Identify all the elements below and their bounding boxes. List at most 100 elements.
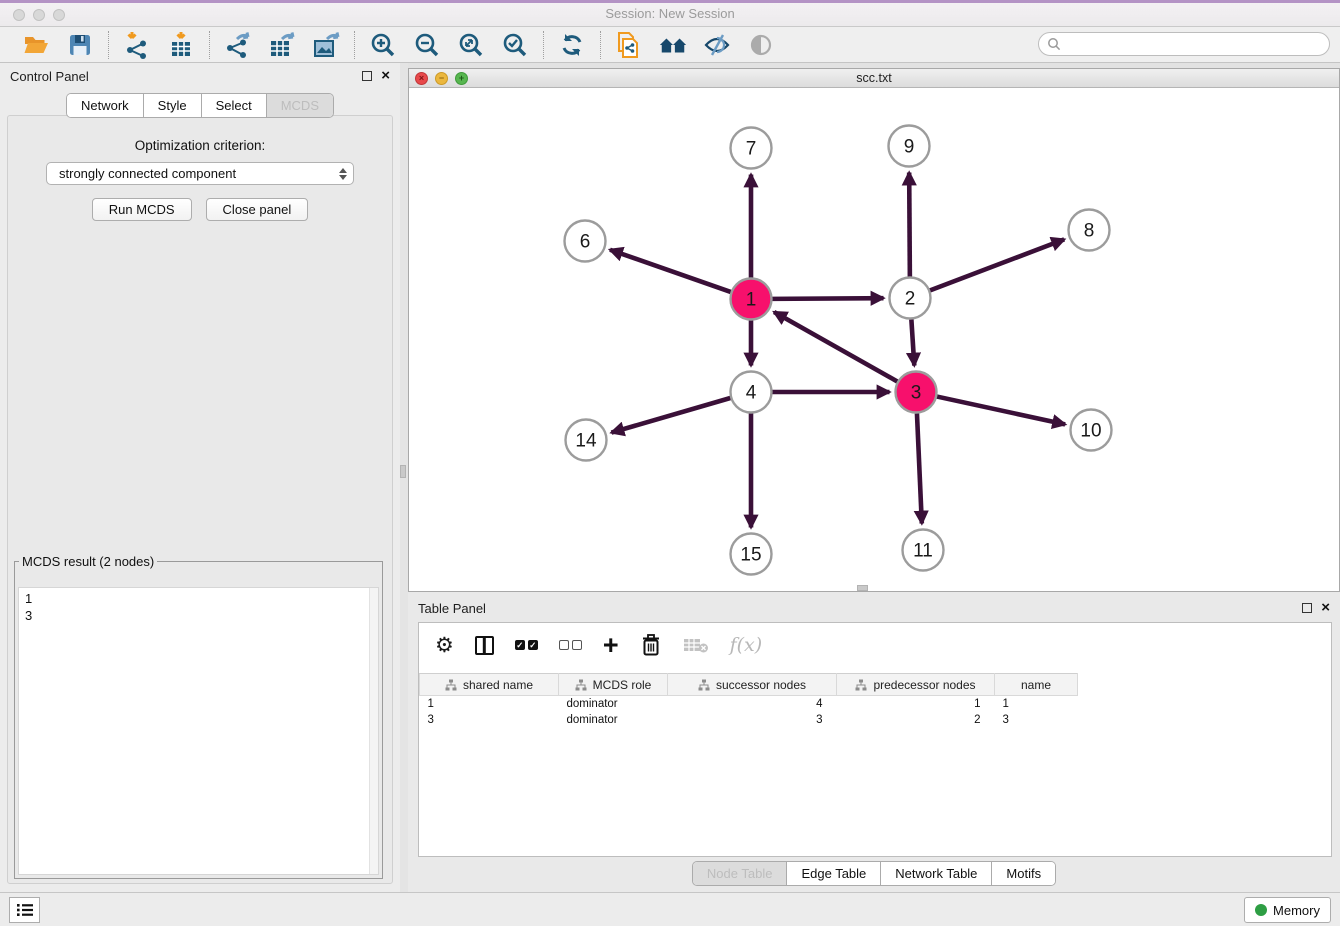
function-builder-button-disabled: f(x)	[730, 632, 763, 658]
zoom-fit-button[interactable]	[456, 30, 486, 60]
table-cell-successor-nodes[interactable]: 4	[668, 696, 837, 712]
graph-node-1[interactable]: 1	[731, 279, 772, 320]
graph-edge-2-8[interactable]	[930, 239, 1064, 290]
table-cell-shared-name[interactable]: 3	[420, 712, 559, 728]
column-header-name[interactable]: name	[995, 674, 1078, 696]
select-all-button[interactable]: ✓✓	[515, 632, 538, 658]
close-panel-icon[interactable]: ×	[1321, 603, 1330, 613]
svg-text:2: 2	[905, 289, 916, 310]
graph-node-4[interactable]: 4	[731, 372, 772, 413]
table-cell-shared-name[interactable]: 1	[420, 696, 559, 712]
graph-node-8[interactable]: 8	[1069, 210, 1110, 251]
column-header-successor-nodes[interactable]: successor nodes	[668, 674, 837, 696]
save-session-button[interactable]	[65, 30, 95, 60]
table-row[interactable]: 1dominator411	[420, 696, 1078, 712]
control-panel-title: Control Panel	[10, 69, 362, 84]
graph-node-9[interactable]: 9	[889, 126, 930, 167]
deselect-all-button[interactable]	[559, 632, 582, 658]
graph-edge-2-3[interactable]	[911, 319, 914, 365]
graph-edge-1-6[interactable]	[610, 250, 731, 292]
splitter-handle[interactable]	[400, 465, 406, 478]
table-cell-mcds-role[interactable]: dominator	[559, 712, 668, 728]
delete-column-button[interactable]	[640, 632, 662, 658]
graph-node-2[interactable]: 2	[890, 278, 931, 319]
graph-node-10[interactable]: 10	[1071, 410, 1112, 451]
memory-button[interactable]: Memory	[1244, 897, 1331, 923]
graph-edge-4-14[interactable]	[611, 398, 730, 433]
hide-selected-button[interactable]	[702, 30, 732, 60]
eye-icon	[748, 33, 774, 57]
graph-edge-3-11[interactable]	[917, 413, 922, 523]
mcds-result-title: MCDS result (2 nodes)	[19, 554, 157, 569]
open-session-button[interactable]	[21, 30, 51, 60]
network-window-titlebar[interactable]: × − + scc.txt	[409, 69, 1339, 88]
zoom-in-button[interactable]	[368, 30, 398, 60]
zoom-selected-button[interactable]	[500, 30, 530, 60]
table-cell-name[interactable]: 3	[995, 712, 1078, 728]
tab-network[interactable]: Network	[67, 94, 144, 117]
task-history-button[interactable]	[9, 897, 40, 923]
table-tab-node-table[interactable]: Node Table	[693, 862, 788, 885]
table-tab-network-table[interactable]: Network Table	[881, 862, 992, 885]
table-settings-button[interactable]: ⚙	[435, 632, 454, 658]
float-panel-icon[interactable]	[1302, 603, 1312, 613]
optimization-criterion-select[interactable]: strongly connected component	[46, 162, 354, 185]
show-all-button[interactable]	[746, 30, 776, 60]
table-cell-name[interactable]: 1	[995, 696, 1078, 712]
graph-edge-3-10[interactable]	[937, 397, 1065, 425]
splitter-handle[interactable]	[857, 585, 868, 591]
graph-node-3[interactable]: 3	[896, 372, 937, 413]
search-input[interactable]	[1061, 37, 1329, 51]
export-network-icon	[224, 31, 252, 59]
graph-node-11[interactable]: 11	[903, 530, 944, 571]
close-panel-icon[interactable]: ×	[381, 71, 390, 81]
import-network-button[interactable]	[122, 30, 152, 60]
graph-node-15[interactable]: 15	[731, 534, 772, 575]
tab-mcds[interactable]: MCDS	[267, 94, 333, 117]
result-scrollbar[interactable]	[369, 588, 378, 874]
clone-network-button[interactable]	[614, 30, 644, 60]
mcds-result-area[interactable]: 1 3	[18, 587, 379, 875]
table-tab-edge-table[interactable]: Edge Table	[787, 862, 881, 885]
export-network-button[interactable]	[223, 30, 253, 60]
svg-text:15: 15	[740, 545, 761, 566]
export-image-button[interactable]	[311, 30, 341, 60]
graph-node-14[interactable]: 14	[566, 420, 607, 461]
refresh-layout-button[interactable]	[557, 30, 587, 60]
show-column-panel-button[interactable]	[475, 632, 494, 658]
close-panel-button[interactable]: Close panel	[206, 198, 309, 221]
add-column-button[interactable]: +	[603, 632, 619, 658]
vertical-splitter[interactable]	[400, 63, 408, 892]
column-header-shared-name[interactable]: shared name	[420, 674, 559, 696]
table-tab-motifs[interactable]: Motifs	[992, 862, 1055, 885]
attribute-tree-icon	[575, 679, 587, 691]
float-panel-icon[interactable]	[362, 71, 372, 81]
columns-icon	[475, 636, 494, 655]
network-graph-canvas[interactable]: 7 9 6 8 1 2 4 3 14 10 15 11	[409, 88, 1339, 591]
window-accent-strip	[0, 0, 1340, 3]
column-header-predecessor-nodes[interactable]: predecessor nodes	[837, 674, 995, 696]
import-table-button[interactable]	[166, 30, 196, 60]
table-cell-successor-nodes[interactable]: 3	[668, 712, 837, 728]
export-table-button[interactable]	[267, 30, 297, 60]
table-toolbar: ⚙ ✓✓ +	[419, 623, 1331, 667]
table-cell-predecessor-nodes[interactable]: 1	[837, 696, 995, 712]
graph-edge-1-2[interactable]	[772, 298, 883, 299]
table-cell-mcds-role[interactable]: dominator	[559, 696, 668, 712]
svg-text:8: 8	[1084, 221, 1095, 242]
tab-select[interactable]: Select	[202, 94, 267, 117]
svg-text:14: 14	[575, 431, 597, 452]
table-row[interactable]: 3dominator323	[420, 712, 1078, 728]
zoom-out-button[interactable]	[412, 30, 442, 60]
graph-node-6[interactable]: 6	[565, 221, 606, 262]
graph-node-7[interactable]: 7	[731, 128, 772, 169]
attribute-tree-icon	[698, 679, 710, 691]
column-header-mcds-role[interactable]: MCDS role	[559, 674, 668, 696]
tab-style[interactable]: Style	[144, 94, 202, 117]
run-mcds-button[interactable]: Run MCDS	[92, 198, 192, 221]
graph-edge-2-9[interactable]	[909, 172, 910, 276]
main-toolbar	[0, 27, 1340, 63]
home-button[interactable]	[658, 30, 688, 60]
graph-edge-3-1[interactable]	[774, 312, 897, 381]
table-cell-predecessor-nodes[interactable]: 2	[837, 712, 995, 728]
